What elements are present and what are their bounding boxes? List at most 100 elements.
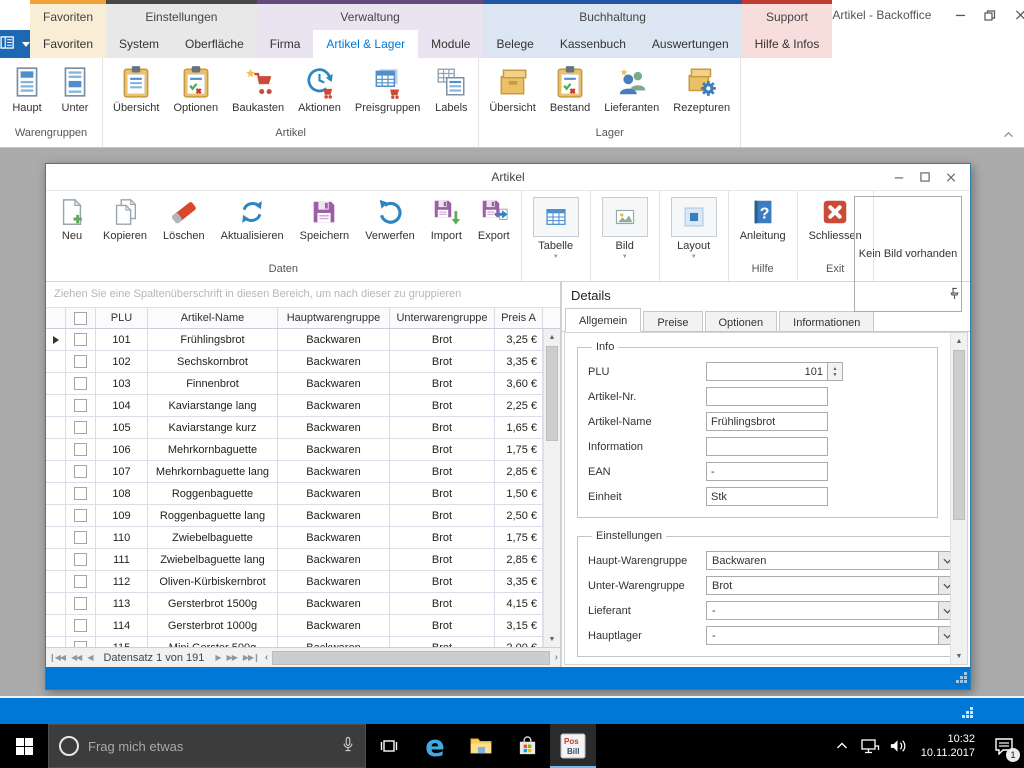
tab-kassenbuch[interactable]: Kassenbuch bbox=[547, 30, 639, 58]
tab-firma[interactable]: Firma bbox=[257, 30, 314, 58]
close-icon[interactable] bbox=[1005, 0, 1024, 30]
tab-module[interactable]: Module bbox=[418, 30, 483, 58]
field-input-information[interactable] bbox=[706, 437, 828, 456]
checkbox-icon[interactable] bbox=[74, 377, 87, 390]
details-tab-allgemein[interactable]: Allgemein bbox=[565, 308, 641, 332]
hscroll-left-icon[interactable]: ‹ bbox=[262, 652, 270, 663]
scroll-up-icon[interactable]: ▲ bbox=[951, 333, 967, 349]
nav-last-button[interactable]: ▶▶❙ bbox=[240, 653, 262, 662]
action-center-button[interactable]: 1 bbox=[984, 724, 1024, 768]
toolbar-button-bild[interactable]: Bild▼ bbox=[594, 197, 656, 260]
chevron-down-icon[interactable] bbox=[938, 552, 950, 569]
nav-next-button[interactable]: ▶ bbox=[212, 653, 223, 662]
ribbon-button-übersicht[interactable]: Übersicht bbox=[482, 63, 542, 116]
table-row[interactable]: 108RoggenbaguetteBackwarenBrot1,50 € bbox=[46, 483, 543, 505]
table-row[interactable]: 110ZwiebelbaguetteBackwarenBrot1,75 € bbox=[46, 527, 543, 549]
checkbox-icon[interactable] bbox=[74, 333, 87, 346]
ribbon-button-baukasten[interactable]: Baukasten bbox=[225, 63, 291, 116]
ribbon-button-aktionen[interactable]: Aktionen bbox=[291, 63, 348, 116]
select-all-header[interactable] bbox=[66, 308, 96, 328]
row-checkbox-cell[interactable] bbox=[66, 417, 96, 438]
ribbon-button-unter[interactable]: Unter bbox=[51, 63, 99, 116]
restore-icon[interactable] bbox=[975, 0, 1005, 30]
backoffice-app-button[interactable]: PosBill bbox=[550, 724, 596, 768]
start-button[interactable] bbox=[0, 724, 48, 768]
row-checkbox-cell[interactable] bbox=[66, 549, 96, 570]
checkbox-icon[interactable] bbox=[74, 465, 87, 478]
artikel-titlebar[interactable]: Artikel bbox=[46, 164, 970, 190]
tab-favoriten[interactable]: Favoriten bbox=[30, 30, 106, 58]
hscroll-right-icon[interactable]: › bbox=[552, 652, 560, 663]
toolbar-button-tabelle[interactable]: Tabelle▼ bbox=[525, 197, 587, 260]
scroll-thumb[interactable] bbox=[546, 346, 558, 441]
tab-auswertungen[interactable]: Auswertungen bbox=[639, 30, 742, 58]
nav-first-button[interactable]: ❙◀◀ bbox=[46, 653, 68, 662]
resize-grip-icon[interactable] bbox=[960, 705, 974, 722]
table-row[interactable]: 113Gersterbrot 1500gBackwarenBrot4,15 € bbox=[46, 593, 543, 615]
table-row[interactable]: 107Mehrkornbaguette langBackwarenBrot2,8… bbox=[46, 461, 543, 483]
ribbon-collapse-icon[interactable] bbox=[1003, 129, 1014, 141]
row-checkbox-cell[interactable] bbox=[66, 351, 96, 372]
checkbox-icon[interactable] bbox=[74, 443, 87, 456]
toolbar-button-kopieren[interactable]: Kopieren bbox=[95, 197, 155, 242]
table-row[interactable]: 109Roggenbaguette langBackwarenBrot2,50 … bbox=[46, 505, 543, 527]
field-input-plu[interactable]: 101 bbox=[706, 362, 828, 381]
table-row[interactable]: 102SechskornbrotBackwarenBrot3,35 € bbox=[46, 351, 543, 373]
scroll-down-icon[interactable]: ▼ bbox=[951, 648, 967, 664]
ribbon-button-labels[interactable]: Labels bbox=[427, 63, 475, 116]
table-row[interactable]: 101FrühlingsbrotBackwarenBrot3,25 € bbox=[46, 329, 543, 351]
tab-artikel-lager[interactable]: Artikel & Lager bbox=[313, 30, 418, 58]
row-checkbox-cell[interactable] bbox=[66, 615, 96, 636]
column-header-unterwarengruppe[interactable]: Unterwarengruppe bbox=[390, 308, 495, 328]
toolbar-button-aktualisieren[interactable]: Aktualisieren bbox=[213, 197, 292, 242]
toolbar-button-export[interactable]: Export bbox=[470, 197, 518, 242]
scroll-thumb[interactable] bbox=[953, 350, 965, 520]
table-row[interactable]: 104Kaviarstange langBackwarenBrot2,25 € bbox=[46, 395, 543, 417]
volume-icon[interactable] bbox=[884, 724, 912, 768]
scroll-down-icon[interactable]: ▼ bbox=[544, 631, 560, 647]
column-header-preis-a[interactable]: Preis A bbox=[495, 308, 543, 328]
ribbon-button-preisgruppen[interactable]: Preisgruppen bbox=[348, 63, 427, 116]
checkbox-icon[interactable] bbox=[74, 399, 87, 412]
nav-prev-page-button[interactable]: ◀◀ bbox=[68, 653, 84, 662]
clock[interactable]: 10:32 10.11.2017 bbox=[912, 724, 984, 768]
tab-oberfläche[interactable]: Oberfläche bbox=[172, 30, 257, 58]
search-box[interactable]: Frag mich etwas bbox=[48, 724, 366, 768]
row-checkbox-cell[interactable] bbox=[66, 483, 96, 504]
row-checkbox-cell[interactable] bbox=[66, 329, 96, 350]
field-input-artikel-nr-[interactable] bbox=[706, 387, 828, 406]
table-row[interactable]: 115Mini Gerster 500gBackwarenBrot2,00 € bbox=[46, 637, 543, 647]
groupby-panel[interactable]: Ziehen Sie eine Spaltenüberschrift in di… bbox=[46, 282, 560, 308]
checkbox-icon[interactable] bbox=[74, 421, 87, 434]
task-view-button[interactable] bbox=[366, 724, 412, 768]
details-tab-preise[interactable]: Preise bbox=[643, 311, 702, 332]
dropdown-unter-warengruppe[interactable]: Brot bbox=[706, 576, 950, 595]
dropdown-hauptlager[interactable]: - bbox=[706, 626, 950, 645]
toolbar-button-anleitung[interactable]: ?Anleitung bbox=[732, 197, 794, 242]
ribbon-button-optionen[interactable]: Optionen bbox=[166, 63, 225, 116]
checkbox-icon[interactable] bbox=[74, 531, 87, 544]
nav-prev-button[interactable]: ◀ bbox=[84, 653, 95, 662]
row-checkbox-cell[interactable] bbox=[66, 571, 96, 592]
row-checkbox-cell[interactable] bbox=[66, 461, 96, 482]
toolbar-button-verwerfen[interactable]: Verwerfen bbox=[357, 197, 423, 242]
checkbox-icon[interactable] bbox=[74, 487, 87, 500]
network-icon[interactable] bbox=[856, 724, 884, 768]
toolbar-button-import[interactable]: Import bbox=[423, 197, 470, 242]
row-checkbox-cell[interactable] bbox=[66, 439, 96, 460]
tab-hilfe-infos[interactable]: Hilfe & Infos bbox=[742, 30, 833, 58]
table-row[interactable]: 111Zwiebelbaguette langBackwarenBrot2,85… bbox=[46, 549, 543, 571]
edge-browser-button[interactable]: e bbox=[412, 724, 458, 768]
checkbox-icon[interactable] bbox=[74, 597, 87, 610]
row-checkbox-cell[interactable] bbox=[66, 637, 96, 647]
toolbar-button-löschen[interactable]: Löschen bbox=[155, 197, 213, 242]
toolbar-button-layout[interactable]: Layout▼ bbox=[663, 197, 725, 260]
row-checkbox-cell[interactable] bbox=[66, 395, 96, 416]
column-header-artikel-name[interactable]: Artikel-Name bbox=[148, 308, 278, 328]
file-explorer-button[interactable] bbox=[458, 724, 504, 768]
ribbon-button-rezepturen[interactable]: Rezepturen bbox=[666, 63, 737, 116]
table-row[interactable]: 114Gersterbrot 1000gBackwarenBrot3,15 € bbox=[46, 615, 543, 637]
resize-grip-icon[interactable] bbox=[954, 670, 968, 687]
column-header-hauptwarengruppe[interactable]: Hauptwarengruppe bbox=[278, 308, 390, 328]
row-checkbox-cell[interactable] bbox=[66, 373, 96, 394]
